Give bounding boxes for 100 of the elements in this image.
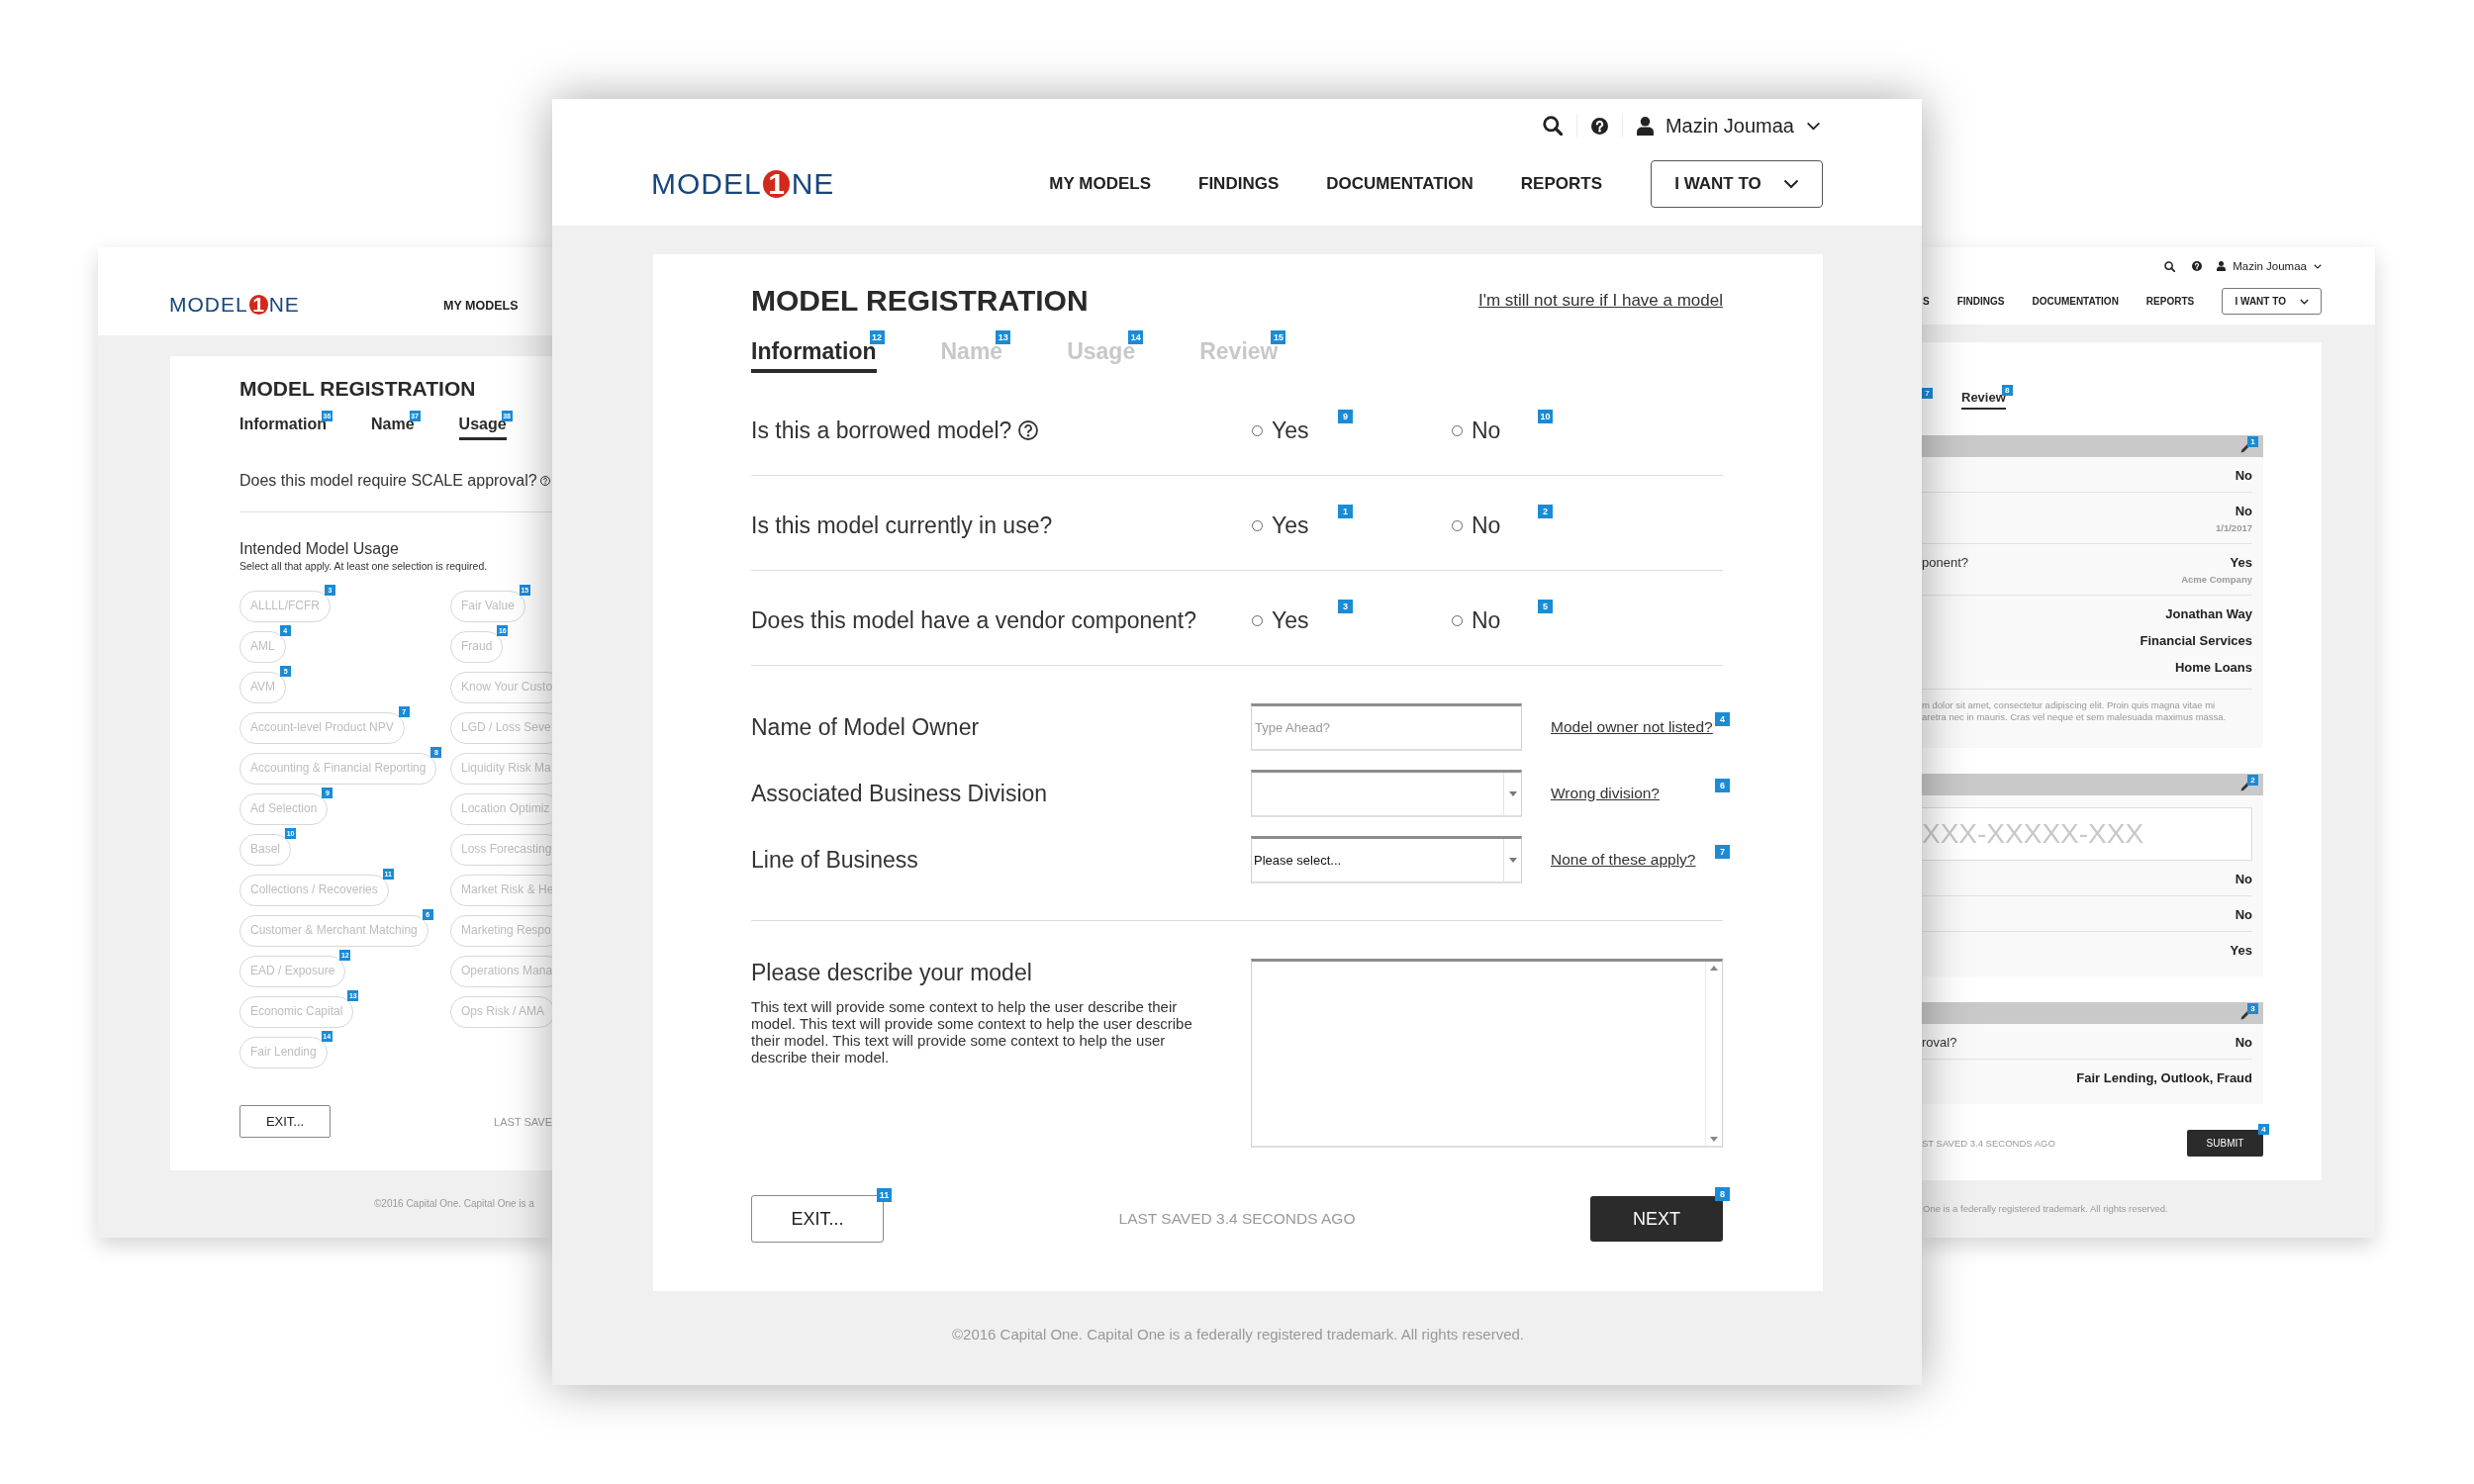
question-text: Does this model require SCALE approval? (239, 471, 537, 491)
nav-link[interactable]: REPORTS (1520, 174, 1602, 194)
radio-label[interactable]: Yes (1272, 417, 1309, 444)
arrow-up-icon[interactable] (1710, 966, 1718, 971)
help-link[interactable]: None of these apply? (1551, 851, 1696, 869)
nav-link[interactable]: DOCUMENTATION (2032, 296, 2119, 307)
answer-text: No (2235, 871, 2252, 887)
answer-text: Yes (2230, 942, 2252, 959)
number-badge: 11 (877, 1188, 892, 1202)
radio-button[interactable] (1452, 424, 1463, 436)
exit-button[interactable]: EXIT... (239, 1105, 332, 1138)
number-badge: 7 (1715, 845, 1730, 859)
nav-link[interactable]: MY MODELS (1049, 174, 1151, 194)
number-badge: 8 (2001, 385, 2013, 396)
nav-link[interactable]: FINDINGS (1198, 174, 1280, 194)
help-link[interactable]: I'm still not sure if I have a model (1478, 291, 1723, 311)
caret-icon (1508, 858, 1517, 863)
number-badge: 3 (1338, 600, 1353, 613)
radio-label[interactable]: No (1472, 511, 1501, 539)
number-badge: 13 (996, 330, 1011, 344)
menu-button[interactable]: I WANT TO (1651, 160, 1823, 208)
copyright-text: One is a federally registered trademark. All rights reserved. (1923, 1203, 2168, 1215)
help-link[interactable]: Wrong division? (1551, 785, 1660, 802)
user-name[interactable]: Mazin Joumaa (1665, 114, 1794, 138)
help-icon[interactable] (1590, 117, 1608, 135)
caret-icon (1508, 791, 1517, 796)
answer-text: No (2235, 503, 2252, 519)
chevron-icon[interactable] (1806, 121, 1821, 131)
chevron-icon[interactable] (2314, 263, 2322, 269)
nav-link[interactable]: FINDINGS (1956, 296, 2005, 307)
number-badge: 9 (1338, 410, 1353, 423)
number-badge: 1 (1338, 505, 1353, 518)
save-status: ST SAVED 3.4 SECONDS AGO (1922, 1138, 2055, 1149)
save-status: LAST SAVE (494, 1115, 552, 1128)
number-badge: 4 (1715, 712, 1730, 726)
page-title: MODEL REGISTRATION (239, 377, 476, 401)
hint-text: This text will provide some context to help the user describe their model. This text will provide some context to help the user describe their model. This text will provide some context to help the user describe their model. (751, 998, 1193, 1066)
description-text: m dolor sit amet, consectetur adipiscing elit. Proin quis magna vitae mi aretra nec in mauris. Cras vel neque et sem malesuada maximus massa. (1922, 699, 2227, 723)
radio-button[interactable] (1252, 424, 1263, 436)
number-badge: 14 (1128, 330, 1144, 344)
search-icon[interactable] (2164, 260, 2176, 272)
logo: MODEL 1 NE (651, 167, 835, 201)
answer-text: Yes (2230, 554, 2252, 571)
select-field[interactable]: Please select... (1251, 836, 1522, 883)
hint-text: Select all that apply. At least one selection is required. (239, 560, 488, 573)
answer-text: No (2235, 906, 2252, 923)
help-icon[interactable] (1018, 420, 1039, 440)
copyright-text: ©2016 Capital One. Capital One is a federally registered trademark. All rights reserved. (952, 1326, 1524, 1344)
select-field[interactable] (1251, 770, 1522, 817)
nav-link[interactable]: REPORTS (2145, 296, 2195, 307)
radio-button[interactable] (1252, 614, 1263, 626)
number-badge: 1 (2247, 436, 2258, 447)
number-badge: 10 (1538, 410, 1553, 423)
number-badge: 6 (1715, 779, 1730, 792)
search-icon[interactable] (1542, 116, 1563, 136)
copyright-text: ©2016 Capital One. Capital One is a (374, 1198, 534, 1210)
help-icon[interactable] (539, 476, 550, 486)
chevron-icon (2299, 298, 2309, 305)
radio-label[interactable]: Yes (1272, 606, 1309, 634)
field-label: Line of Business (751, 846, 919, 874)
radio-button[interactable] (1452, 614, 1463, 626)
answer-text: Jonathan Way (2165, 605, 2252, 623)
radio-label[interactable]: No (1472, 606, 1501, 634)
user-icon (1636, 116, 1654, 136)
nav-link[interactable]: MY MODELS (443, 299, 519, 313)
chevron-icon (1782, 179, 1799, 189)
answer-text: Financial Services (2140, 632, 2252, 650)
number-badge: 15 (1271, 330, 1286, 344)
answer-text: Fair Lending, Outlook, Fraud (2076, 1069, 2252, 1086)
radio-button[interactable] (1452, 519, 1463, 531)
question-text: ponent? (1922, 554, 1968, 571)
field-label: Please describe your model (751, 959, 1032, 986)
menu-button[interactable]: I WANT TO (2222, 288, 2323, 315)
answer-text: Home Loans (2175, 659, 2252, 677)
help-icon[interactable] (2192, 261, 2203, 271)
number-badge: 2 (1538, 505, 1553, 518)
owner-input[interactable]: Type Ahead? (1251, 703, 1522, 751)
answer-text: No (2235, 1034, 2252, 1051)
nav-link[interactable]: DOCUMENTATION (1326, 174, 1474, 194)
question-text: Is this a borrowed model? (751, 417, 1012, 444)
help-link[interactable]: Model owner not listed? (1551, 718, 1713, 736)
radio-label[interactable]: No (1472, 417, 1501, 444)
description-field[interactable] (1251, 959, 1723, 1148)
user-name[interactable]: Mazin Joumaa (2233, 260, 2307, 272)
field-label: Name of Model Owner (751, 713, 981, 741)
radio-label[interactable]: Yes (1272, 511, 1309, 539)
section-title: Intended Model Usage (239, 539, 399, 559)
question-text: roval? (1922, 1034, 1957, 1051)
save-status: LAST SAVED 3.4 SECONDS AGO (1118, 1210, 1356, 1228)
nav-link[interactable]: S (1923, 296, 1930, 307)
number-badge: 2 (2247, 775, 2258, 786)
question-text: Is this model currently in use? (751, 511, 1053, 539)
answer-note: 1/1/2017 (2216, 521, 2252, 535)
number-badge: 4 (2258, 1124, 2269, 1135)
radio-button[interactable] (1252, 519, 1263, 531)
submit-button[interactable]: SUBMIT (2187, 1130, 2263, 1157)
answer-text: No (2235, 467, 2252, 484)
next-button[interactable]: NEXT (1590, 1196, 1723, 1242)
arrow-down-icon[interactable] (1710, 1137, 1718, 1142)
number-badge: 5 (1538, 600, 1553, 613)
